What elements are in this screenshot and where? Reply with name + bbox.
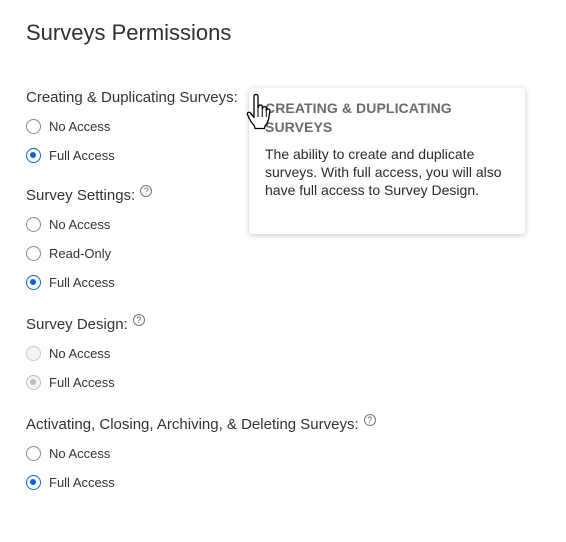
page-title: Surveys Permissions (26, 20, 232, 45)
tooltip-body: The ability to create and duplicate surv… (265, 146, 502, 198)
section-label: Survey Design: (26, 316, 128, 333)
option-label: No Access (49, 118, 111, 134)
radio-button[interactable] (26, 147, 41, 163)
option-no-access[interactable]: No Access (26, 443, 376, 463)
option-no-access[interactable]: No Access (26, 343, 145, 363)
option-label: Read-Only (49, 245, 112, 261)
radio-button[interactable] (26, 216, 41, 232)
help-tooltip: Creating & Duplicating Surveys The abili… (249, 88, 525, 234)
option-label: Full Access (49, 474, 115, 490)
section-activating-closing: Activating, Closing, Archiving, & Deleti… (26, 414, 376, 492)
section-label-row: Survey Settings: ? (26, 185, 153, 207)
option-label: Full Access (49, 274, 115, 290)
hand-pointer-icon (246, 93, 271, 130)
section-survey-settings: Survey Settings: ? No Access Read-Only F… (26, 185, 153, 292)
option-full-access[interactable]: Full Access (26, 372, 145, 392)
radio-button[interactable] (26, 118, 41, 134)
question-circle-icon[interactable]: ? (363, 414, 376, 426)
option-label: Full Access (49, 147, 115, 163)
radio-button[interactable] (26, 345, 41, 361)
section-label: Activating, Closing, Archiving, & Deleti… (26, 416, 359, 433)
section-label: Survey Settings: (26, 187, 136, 204)
question-circle-icon[interactable]: ? (132, 314, 145, 326)
section-label-row: Survey Design: ? (26, 314, 145, 336)
radio-button[interactable] (26, 445, 41, 461)
option-label: No Access (49, 445, 111, 461)
option-label: No Access (49, 216, 111, 232)
radio-button[interactable] (26, 374, 41, 390)
section-label: Creating & Duplicating Surveys: (26, 89, 238, 106)
option-no-access[interactable]: No Access (26, 116, 238, 136)
radio-button[interactable] (26, 274, 41, 290)
option-full-access[interactable]: Full Access (26, 472, 376, 492)
tooltip-title: Creating & Duplicating Surveys (265, 100, 452, 135)
option-no-access[interactable]: No Access (26, 214, 152, 234)
section-creating-duplicating: Creating & Duplicating Surveys: No Acces… (26, 87, 238, 165)
option-full-access[interactable]: Full Access (26, 272, 152, 292)
radio-button[interactable] (26, 474, 41, 490)
option-label: No Access (49, 345, 111, 361)
option-full-access[interactable]: Full Access (26, 145, 238, 165)
section-label-row: Activating, Closing, Archiving, & Deleti… (26, 414, 376, 436)
question-circle-icon[interactable]: ? (140, 185, 153, 197)
section-survey-design: Survey Design: ? No Access Full Access (26, 314, 145, 392)
option-read-only[interactable]: Read-Only (26, 243, 152, 263)
radio-button[interactable] (26, 245, 41, 261)
option-label: Full Access (49, 374, 115, 390)
